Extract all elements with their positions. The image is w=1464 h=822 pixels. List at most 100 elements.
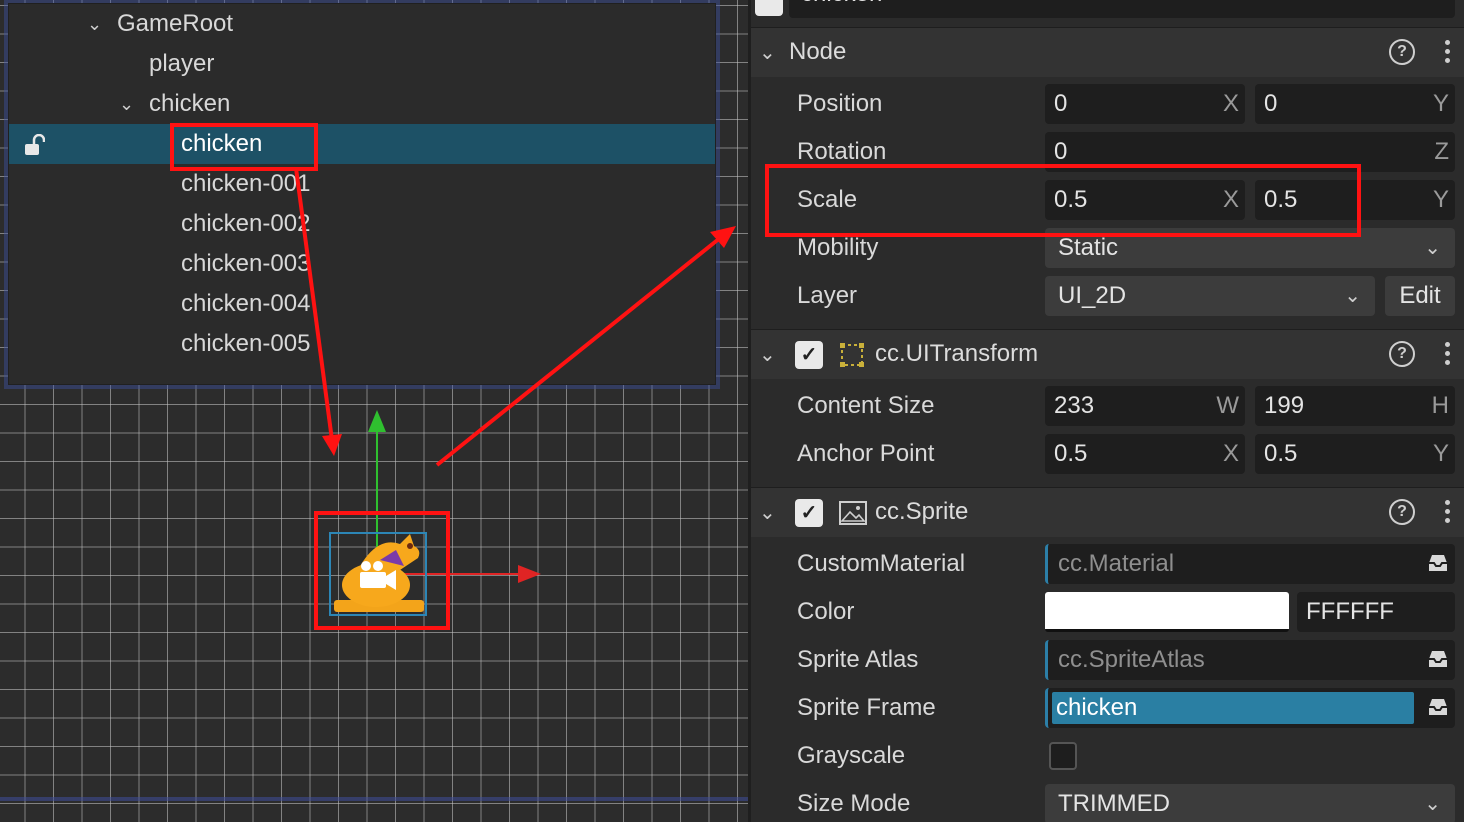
position-x-input[interactable]: 0 X [1045, 84, 1245, 124]
node-section-header[interactable]: ⌄ Node ? [751, 27, 1464, 77]
axis-y-label: Y [1432, 186, 1449, 213]
mobility-label: Mobility [797, 234, 879, 261]
node-name-field[interactable]: chicken [789, 0, 1455, 18]
chevron-down-icon: ⌄ [1344, 285, 1361, 307]
custom-material-value: cc.Material [1058, 550, 1175, 577]
tree-item-chicken-001[interactable]: chicken-001 [9, 164, 715, 204]
chevron-down-icon[interactable]: ⌄ [87, 4, 102, 44]
section-title: cc.UITransform [875, 340, 1039, 367]
content-size-h-input[interactable]: 199 H [1255, 386, 1455, 426]
tree-item-chicken-005[interactable]: chicken-005 [9, 324, 715, 364]
custom-material-field[interactable]: cc.Material [1045, 544, 1455, 584]
layer-label: Layer [797, 282, 858, 309]
sprite-atlas-value: cc.SpriteAtlas [1058, 646, 1205, 673]
tree-item-label: GameRoot [117, 10, 234, 37]
chevron-down-icon[interactable]: ⌄ [759, 342, 776, 367]
tree-item-player[interactable]: player [9, 44, 715, 84]
tree-item-label: chicken-002 [181, 210, 311, 237]
scene-edge-line [0, 797, 748, 801]
sprite-frame-chip[interactable]: chicken [1052, 692, 1414, 724]
sprite-frame-value: chicken [1056, 694, 1138, 721]
tree-item-label: chicken-004 [181, 290, 311, 317]
chevron-down-icon: ⌄ [1424, 793, 1441, 815]
position-y-input[interactable]: 0 Y [1255, 84, 1455, 124]
more-options-icon[interactable] [1443, 340, 1451, 368]
help-icon[interactable]: ? [1389, 499, 1415, 525]
tree-item-chicken-selected[interactable]: chicken [9, 124, 715, 164]
unlock-icon[interactable] [23, 134, 45, 156]
color-label: Color [797, 598, 855, 625]
section-title: Node [789, 38, 847, 65]
asset-picker-icon[interactable] [1427, 553, 1449, 573]
help-icon[interactable]: ? [1389, 341, 1415, 367]
node-active-checkbox[interactable] [755, 0, 783, 16]
content-size-h-value: 199 [1264, 392, 1305, 419]
tree-item-chicken-003[interactable]: chicken-003 [9, 244, 715, 284]
image-icon [839, 501, 867, 525]
tree-item-chicken-004[interactable]: chicken-004 [9, 284, 715, 324]
uitransform-icon [840, 343, 864, 367]
gizmo-x-arrowhead [518, 565, 541, 583]
tree-item-chicken-group[interactable]: ⌄ chicken [9, 84, 715, 124]
annotation-box-sprite [314, 511, 450, 630]
layer-value: UI_2D [1058, 282, 1127, 309]
node-name-value: chicken [801, 0, 882, 8]
help-icon[interactable]: ? [1389, 39, 1415, 65]
anchor-x-input[interactable]: 0.5 X [1045, 434, 1245, 474]
axis-w-label: W [1216, 392, 1239, 419]
asset-picker-icon[interactable] [1427, 649, 1449, 669]
anchor-point-label: Anchor Point [797, 440, 935, 467]
color-swatch[interactable] [1045, 592, 1289, 632]
asset-picker-icon[interactable] [1427, 697, 1449, 717]
anchor-y-input[interactable]: 0.5 Y [1255, 434, 1455, 474]
axis-z-label: Z [1434, 138, 1449, 165]
position-label: Position [797, 90, 883, 117]
annotation-box-scale [765, 164, 1361, 237]
anchor-x-value: 0.5 [1054, 440, 1088, 467]
more-options-icon[interactable] [1443, 38, 1451, 66]
sprite-frame-field[interactable]: chicken [1045, 688, 1455, 728]
more-options-icon[interactable] [1443, 498, 1451, 526]
size-mode-value: TRIMMED [1058, 790, 1170, 817]
position-x-value: 0 [1054, 90, 1068, 117]
sprite-frame-label: Sprite Frame [797, 694, 936, 721]
sprite-atlas-label: Sprite Atlas [797, 646, 919, 673]
axis-y-label: Y [1432, 90, 1449, 117]
layer-edit-button[interactable]: Edit [1385, 276, 1455, 316]
gizmo-y-arrowhead [368, 410, 386, 432]
anchor-y-value: 0.5 [1264, 440, 1298, 467]
section-title: cc.Sprite [875, 498, 969, 525]
axis-y-label: Y [1432, 440, 1449, 467]
chevron-down-icon[interactable]: ⌄ [119, 84, 134, 124]
node-name-row: chicken [751, 0, 1464, 28]
axis-x-label: X [1222, 440, 1239, 467]
custom-material-label: CustomMaterial [797, 550, 966, 577]
uitransform-enabled-checkbox[interactable]: ✓ [795, 341, 823, 369]
content-size-w-input[interactable]: 233 W [1045, 386, 1245, 426]
chevron-down-icon: ⌄ [1424, 237, 1441, 259]
size-mode-label: Size Mode [797, 790, 911, 817]
layer-select[interactable]: UI_2D ⌄ [1045, 276, 1375, 316]
chevron-down-icon[interactable]: ⌄ [759, 500, 776, 525]
color-hex-value: FFFFFF [1306, 598, 1394, 625]
content-size-w-value: 233 [1054, 392, 1095, 419]
rotation-z-value: 0 [1054, 138, 1068, 165]
grayscale-label: Grayscale [797, 742, 906, 769]
tree-item-chicken-002[interactable]: chicken-002 [9, 204, 715, 244]
sprite-section-header[interactable]: ⌄ ✓ cc.Sprite ? [751, 487, 1464, 537]
tree-item-label: player [149, 50, 215, 77]
hierarchy-panel[interactable]: ⌄ GameRoot player ⌄ chicken chicken chic… [8, 3, 716, 385]
tree-item-gameroot[interactable]: ⌄ GameRoot [9, 4, 715, 44]
axis-h-label: H [1431, 392, 1449, 419]
sprite-atlas-field[interactable]: cc.SpriteAtlas [1045, 640, 1455, 680]
sprite-enabled-checkbox[interactable]: ✓ [795, 499, 823, 527]
grayscale-checkbox[interactable] [1049, 742, 1077, 770]
tree-item-label: chicken-003 [181, 250, 311, 277]
uitransform-section-header[interactable]: ⌄ ✓ cc.UITransform ? [751, 329, 1464, 379]
mobility-value: Static [1058, 234, 1119, 261]
color-hex-input[interactable]: FFFFFF [1297, 592, 1455, 632]
content-size-label: Content Size [797, 392, 935, 419]
size-mode-select[interactable]: TRIMMED ⌄ [1045, 784, 1455, 822]
position-y-value: 0 [1264, 90, 1278, 117]
chevron-down-icon[interactable]: ⌄ [759, 40, 776, 65]
